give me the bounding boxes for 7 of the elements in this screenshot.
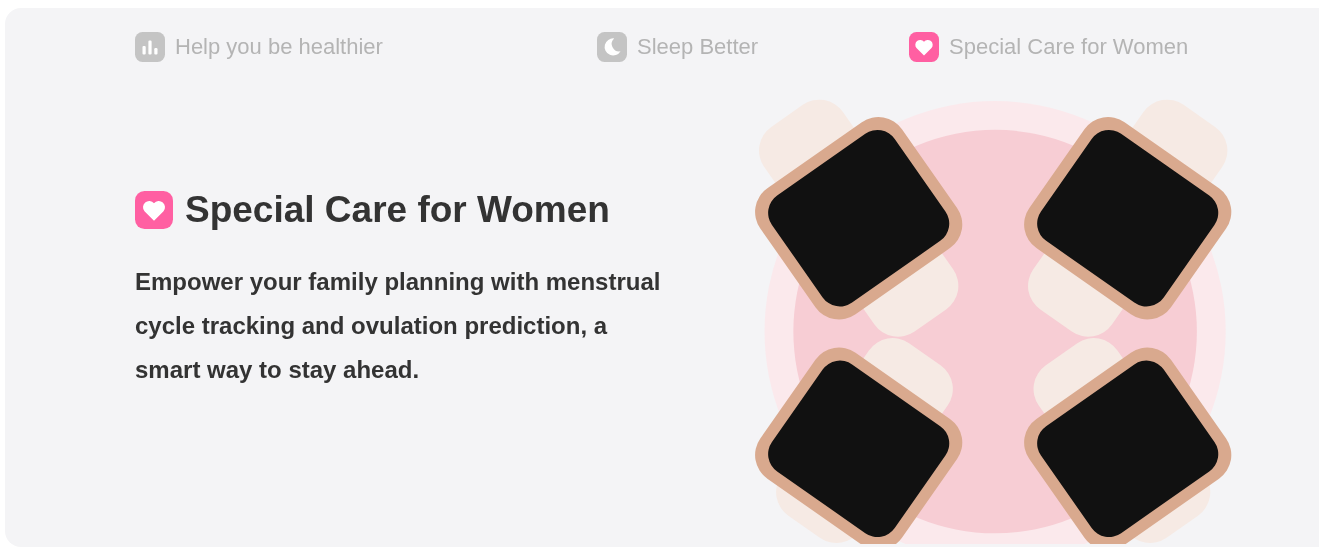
feature-tab[interactable]: Help you be healthier	[135, 30, 383, 63]
bar-chart-icon	[135, 31, 165, 62]
feature-title: Special Care for Women	[185, 188, 610, 232]
feature-description: Empower your family planning with menstrual cycle tracking and ovulation prediction, a smart way to stay ahead.	[135, 266, 662, 385]
feature-tab[interactable]: Special Care for Women	[909, 30, 1189, 63]
moon-icon	[597, 31, 627, 62]
feature-tab[interactable]: Sleep Better	[597, 30, 759, 63]
